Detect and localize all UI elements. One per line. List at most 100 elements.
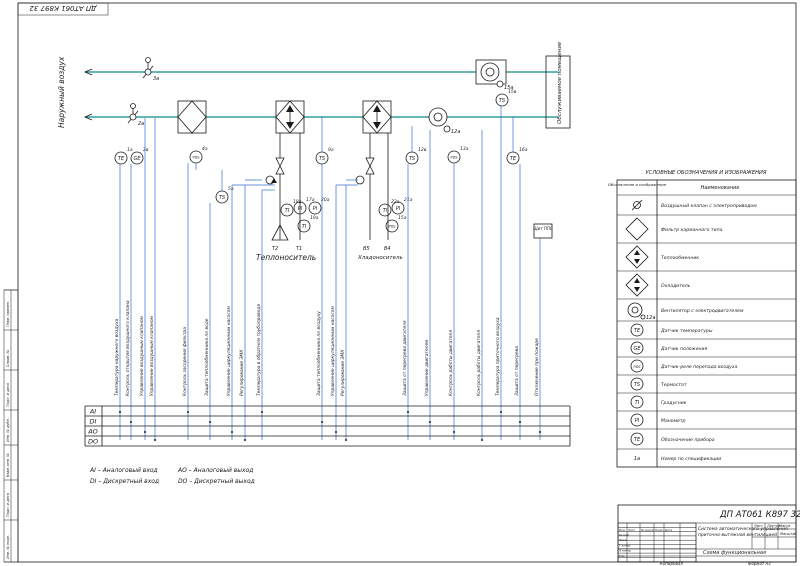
instrument-te: TE xyxy=(114,151,128,165)
svg-text:PDS: PDS xyxy=(192,156,200,160)
svg-text:TS: TS xyxy=(409,156,416,162)
legend-name: Номер по спецификации xyxy=(661,456,721,462)
instrument-te: TE xyxy=(506,151,520,165)
signal-label: Контроль работы двигателя xyxy=(476,330,482,396)
svg-text:2а: 2а xyxy=(138,121,144,127)
signal-label: Отключение при пожаре xyxy=(534,338,540,396)
sheet-caption: Лист xyxy=(753,524,764,528)
cooler-valve-assembly xyxy=(355,133,389,240)
svg-text:TI: TI xyxy=(302,224,307,230)
side-margin-label: Подп. и дата xyxy=(6,493,10,517)
legend-symbol-text: 1а xyxy=(634,456,640,462)
tb-header-label: Лист xyxy=(627,528,635,532)
instrument-pos: 12в xyxy=(418,147,427,153)
signal-label: Контроль открытия воздушного клапана xyxy=(125,300,131,396)
instrument-ts: TS xyxy=(215,190,229,204)
svg-text:PDS: PDS xyxy=(388,225,396,229)
instrument-pos: 13а xyxy=(460,146,469,152)
io-row-label: DI xyxy=(90,418,97,426)
legend-symbol-text: 12а xyxy=(646,315,655,321)
instrument-ts: TS xyxy=(495,93,509,107)
legend-name: Фильтр карманного типа xyxy=(661,227,723,233)
signal-label: Контроль работы двигателя xyxy=(448,330,454,396)
io-row-label: DO xyxy=(88,438,98,446)
heater xyxy=(275,100,305,134)
instrument-pos: 18а xyxy=(293,199,302,205)
tb-row-label: Пров. xyxy=(619,538,627,542)
pocket-filter xyxy=(177,100,207,134)
io-legend-ai: AI – Аналоговый вход xyxy=(89,467,158,474)
legend-col-symbol: Обозначение и изображение xyxy=(608,182,667,187)
instrument-pos: 15а xyxy=(398,215,407,221)
format-label: Формат А3 xyxy=(748,561,771,566)
io-row-label: AI xyxy=(89,408,96,416)
legend-symbol xyxy=(625,273,649,297)
pipe-number-v5: В5 xyxy=(363,246,370,252)
instrument-ti: TI xyxy=(280,203,294,217)
legend-title: УСЛОВНЫЕ ОБОЗНАЧЕНИЯ И ИЗОБРАЖЕНИЯ xyxy=(645,170,766,176)
served-room-label: Обслуживаемое помещение xyxy=(557,41,563,124)
svg-text:TS: TS xyxy=(219,195,226,201)
sheets-caption: Листов xyxy=(766,524,780,528)
legend-name: Датчик температуры xyxy=(660,328,713,334)
tb-row-label: Утв. xyxy=(619,554,625,558)
instrument-pds: PDS xyxy=(189,150,203,164)
exhaust-damper xyxy=(142,57,154,79)
instrument-ts: TS xyxy=(405,151,419,165)
supply-fan xyxy=(428,107,451,133)
side-margin-label: Взам. инв. № xyxy=(6,453,10,477)
signal-label: Контроль засорения фильтра xyxy=(182,327,188,396)
instrument-ge: GE xyxy=(130,151,144,165)
tb-header-label: № докум. xyxy=(640,528,655,532)
legend-symbol xyxy=(625,245,649,269)
signal-label: Защита теплообменника по воде xyxy=(204,318,210,396)
legend-name: Датчик-реле перепада воздуха xyxy=(660,364,738,370)
svg-text:12а: 12а xyxy=(451,129,460,135)
instrument-pi: PI xyxy=(308,201,322,215)
legend-symbol xyxy=(631,199,643,211)
svg-text:TS: TS xyxy=(499,98,506,104)
instrument-pos: 19а xyxy=(310,215,319,221)
exhaust-fan xyxy=(475,59,507,88)
doc-code: ДП АТ061 К897 32 xyxy=(719,510,800,520)
legend-symbol xyxy=(625,217,649,241)
tb-row-label: Т.контр. xyxy=(619,543,631,547)
signal-label: Защита от перегрева двигателя xyxy=(402,320,408,396)
instrument-pds: PDS xyxy=(447,150,461,164)
tb-row-label: Разраб. xyxy=(619,533,630,537)
drawing-name: Схема функциональная xyxy=(703,550,766,556)
instrument-ti: TI xyxy=(378,203,392,217)
tb-row-label: Н.контр. xyxy=(619,549,632,553)
signal-label: Температура приточного воздуха xyxy=(495,317,501,396)
legend-col-name: Наименование xyxy=(701,185,740,191)
svg-text:PI: PI xyxy=(313,206,318,212)
side-margin-label: Перв. примен. xyxy=(6,301,10,327)
io-legend-do: DO – Дискретный выход xyxy=(178,478,255,485)
io-row-label: AO xyxy=(87,428,98,436)
svg-text:GE: GE xyxy=(133,156,141,162)
legend-symbol-text: GE xyxy=(633,346,641,352)
svg-text:PDS: PDS xyxy=(450,156,458,160)
legend-name: Термостат xyxy=(661,382,687,388)
instrument-pos: 1а xyxy=(127,147,133,153)
legend-symbol-text: PDS xyxy=(633,365,641,369)
legend-name: Манометр xyxy=(661,418,686,424)
instrument-pos: 16а xyxy=(519,147,528,153)
io-legend-ao: AO – Аналоговый выход xyxy=(177,467,253,474)
legend-name: Теплообменник xyxy=(661,255,699,261)
svg-text:3а: 3а xyxy=(153,76,159,82)
legend-symbol-text: TE xyxy=(634,437,641,443)
svg-text:TE: TE xyxy=(118,156,125,162)
legend-symbol-text: TE xyxy=(634,328,641,334)
tb-header-label: Дата xyxy=(664,528,673,532)
signal-label: Температура в обратном трубопроводе xyxy=(256,304,262,396)
signal-label: Защита теплообменника по воздуху xyxy=(316,311,322,396)
instrument-pos: 2в xyxy=(143,147,149,153)
stamp-rotated: ДП АТ061 К897 32 xyxy=(29,4,98,12)
functional-diagram: Перв. примен. Справ. № Подп. и дата Инв. № … xyxy=(3,2,800,566)
signal-label: Управление воздушным клапаном xyxy=(139,315,145,396)
side-margin-label: Справ. № xyxy=(6,350,10,367)
side-margin-label: Подп. и дата xyxy=(6,383,10,407)
legend-symbol-text: TI xyxy=(635,400,640,406)
svg-text:TI: TI xyxy=(285,208,290,214)
